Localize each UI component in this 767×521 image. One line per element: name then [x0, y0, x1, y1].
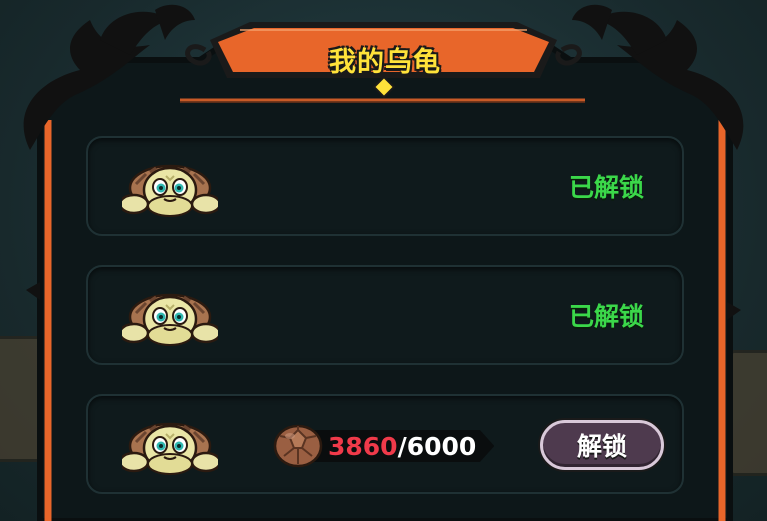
turtle-icon	[122, 164, 218, 217]
cost-separator: /	[397, 431, 407, 461]
turtle-row-3: 3860/6000 解锁	[86, 394, 684, 494]
turtle-shell-icon	[273, 424, 323, 468]
panel-title: 我的乌龟	[329, 47, 441, 78]
cost-required: 6000	[406, 431, 477, 461]
turtle-row-2: 已解锁	[86, 265, 684, 365]
turtle-icon	[122, 422, 218, 475]
unlock-cost: 3860/6000	[272, 424, 495, 468]
turtle-row-1: 已解锁	[86, 136, 684, 236]
unlock-button[interactable]: 解锁	[540, 420, 664, 470]
cost-current: 3860	[328, 431, 398, 461]
unlocked-status: 已解锁	[568, 302, 644, 331]
unlocked-status: 已解锁	[568, 173, 644, 202]
game-screen: 我的乌龟 已解锁 已解锁 3860 / 6000 解锁	[0, 0, 767, 521]
turtle-icon	[122, 293, 218, 346]
cost-progress: 3860/6000	[314, 430, 495, 462]
